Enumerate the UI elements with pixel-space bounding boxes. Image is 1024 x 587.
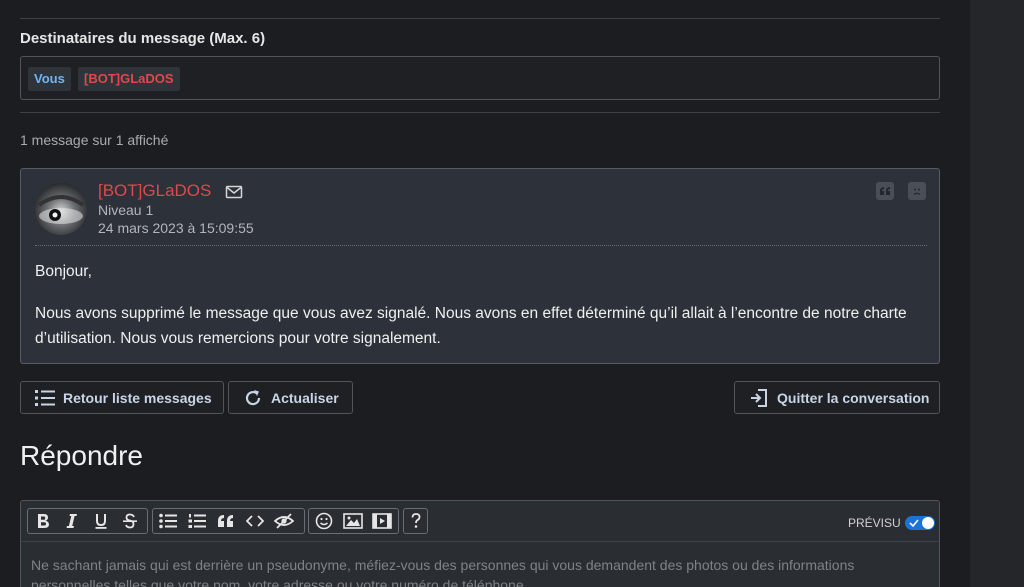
preview-label: PRÉVISU <box>848 516 901 530</box>
quote-icon[interactable] <box>876 182 894 200</box>
header-separator <box>35 245 927 246</box>
reply-textarea[interactable]: Ne sachant jamais qui est derrière un ps… <box>21 541 939 587</box>
avatar[interactable] <box>35 183 87 235</box>
preview-toggle[interactable] <box>905 516 935 530</box>
help-icon[interactable] <box>404 509 427 533</box>
conversation-page: Destinataires du message (Max. 6) Vous [… <box>20 0 940 587</box>
divider <box>20 18 940 19</box>
message-card: [BOT]GLaDOS Niveau 1 24 mars 2023 à 15:0… <box>20 168 940 364</box>
back-to-messages-button[interactable]: Retour liste messages <box>20 381 224 414</box>
italic-icon[interactable] <box>57 509 86 533</box>
toggle-knob <box>922 517 934 529</box>
bullet-list-icon[interactable] <box>153 509 182 533</box>
report-icon[interactable] <box>908 182 926 200</box>
numbered-list-icon[interactable] <box>182 509 211 533</box>
message-greeting: Bonjour, <box>35 263 92 280</box>
list-icon <box>35 389 55 406</box>
recipients-field[interactable]: Vous [BOT]GLaDOS <box>20 56 940 100</box>
spoiler-icon[interactable] <box>269 509 298 533</box>
right-gutter <box>970 0 1024 587</box>
check-icon <box>909 519 919 527</box>
strikethrough-icon[interactable] <box>115 509 144 533</box>
refresh-button[interactable]: Actualiser <box>228 381 353 414</box>
code-icon[interactable] <box>240 509 269 533</box>
video-icon[interactable] <box>367 509 396 533</box>
block-toolbar-group <box>152 508 305 534</box>
leave-button-label: Quitter la conversation <box>777 389 930 406</box>
exit-icon <box>751 388 767 407</box>
reply-editor: PRÉVISU Ne sachant jamais qui est derriè… <box>20 500 940 587</box>
message-date: 24 mars 2023 à 15:09:55 <box>98 220 254 236</box>
help-toolbar-group <box>403 508 428 534</box>
message-author[interactable]: [BOT]GLaDOS <box>98 181 211 201</box>
refresh-button-label: Actualiser <box>271 389 339 406</box>
bold-icon[interactable] <box>28 509 57 533</box>
media-toolbar-group <box>308 508 399 534</box>
image-icon[interactable] <box>338 509 367 533</box>
refresh-icon <box>245 389 261 405</box>
author-level: Niveau 1 <box>98 202 154 218</box>
recipient-tag-you[interactable]: Vous <box>28 67 71 91</box>
divider <box>20 112 940 113</box>
emoji-icon[interactable] <box>309 509 338 533</box>
format-toolbar-group <box>27 508 148 534</box>
back-button-label: Retour liste messages <box>63 389 212 406</box>
quote-block-icon[interactable] <box>211 509 240 533</box>
underline-icon[interactable] <box>86 509 115 533</box>
recipient-tag-bot[interactable]: [BOT]GLaDOS <box>78 67 180 91</box>
message-count: 1 message sur 1 affiché <box>20 132 169 148</box>
leave-conversation-button[interactable]: Quitter la conversation <box>734 381 940 414</box>
message-body: Nous avons supprimé le message que vous … <box>35 305 907 347</box>
recipients-label: Destinataires du message (Max. 6) <box>20 30 266 47</box>
mail-icon[interactable] <box>225 185 243 199</box>
reply-title: Répondre <box>20 440 143 471</box>
